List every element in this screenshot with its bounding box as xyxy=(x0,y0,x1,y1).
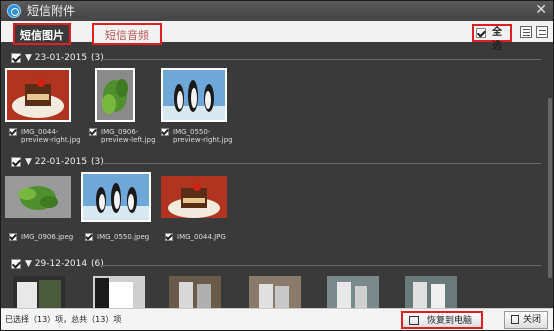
thumbnail-image[interactable] xyxy=(161,68,227,122)
group-checkbox[interactable] xyxy=(11,259,21,269)
list-view-icon[interactable] xyxy=(520,26,532,38)
scrollbar-thumb[interactable] xyxy=(548,98,552,278)
thumbnail-image[interactable] xyxy=(249,276,301,308)
thumbnail-image[interactable] xyxy=(161,176,227,218)
thumbnail-image[interactable] xyxy=(405,276,457,308)
item-checkbox[interactable] xyxy=(9,233,17,241)
exit-icon xyxy=(511,315,519,324)
thumbnail-image[interactable] xyxy=(13,276,65,308)
item-checkbox[interactable] xyxy=(165,233,173,241)
attachment-list[interactable]: ▼ 23-01-2015 (3) IMG_0044-preview-right.… xyxy=(1,48,553,308)
thumbnail-image[interactable] xyxy=(5,68,71,122)
selection-status: 已选择（13）项，总共（13）项 xyxy=(5,315,122,324)
item-checkbox[interactable] xyxy=(89,128,97,136)
detail-view-icon[interactable] xyxy=(536,26,548,38)
checkbox-icon xyxy=(476,28,486,38)
group-date: ▼ 22-01-2015 xyxy=(25,157,88,167)
close-button-label: 关闭 xyxy=(523,315,542,325)
group-date: ▼ 29-12-2014 xyxy=(25,259,88,269)
item-checkbox[interactable] xyxy=(161,128,169,136)
title-bar[interactable]: 短信附件 ✕ xyxy=(1,1,553,21)
select-all-checkbox[interactable]: 全选 xyxy=(472,24,512,52)
divider xyxy=(101,265,541,266)
sms-attachments-window: 短信附件 ✕ 短信图片 短信音频 全选 ▼ 23-01-2015 (3) IMG… xyxy=(0,0,554,331)
group-count: (3) xyxy=(91,157,104,167)
app-logo-icon xyxy=(7,4,21,18)
divider xyxy=(101,59,541,60)
status-bar: 已选择（13）项，总共（13）项 恢复到电脑 关闭 xyxy=(1,308,553,330)
thumbnail-image[interactable] xyxy=(93,276,145,308)
restore-to-computer-button[interactable]: 恢复到电脑 xyxy=(401,311,483,329)
window-title: 短信附件 xyxy=(27,4,76,18)
tab-bar: 短信图片 短信音频 全选 xyxy=(1,21,553,52)
thumbnail-image[interactable] xyxy=(169,276,221,308)
group-date: ▼ 23-01-2015 xyxy=(25,53,88,63)
item-checkbox[interactable] xyxy=(85,233,93,241)
group-checkbox[interactable] xyxy=(11,53,21,63)
group-count: (3) xyxy=(91,53,104,63)
computer-icon xyxy=(409,316,419,325)
thumbnail-image[interactable] xyxy=(95,68,135,122)
divider xyxy=(101,163,541,164)
thumbnail-image[interactable] xyxy=(81,172,151,222)
tab-sms-images[interactable]: 短信图片 xyxy=(13,23,71,45)
close-button[interactable]: 关闭 xyxy=(504,311,548,329)
close-icon[interactable]: ✕ xyxy=(535,2,547,18)
scrollbar[interactable] xyxy=(547,48,553,308)
group-checkbox[interactable] xyxy=(11,157,21,167)
group-count: (6) xyxy=(91,259,104,269)
tab-sms-audio[interactable]: 短信音频 xyxy=(92,23,162,45)
thumbnail-image[interactable] xyxy=(327,276,379,308)
thumbnail-image[interactable] xyxy=(5,176,71,218)
restore-button-label: 恢复到电脑 xyxy=(427,316,473,326)
item-checkbox[interactable] xyxy=(9,128,17,136)
